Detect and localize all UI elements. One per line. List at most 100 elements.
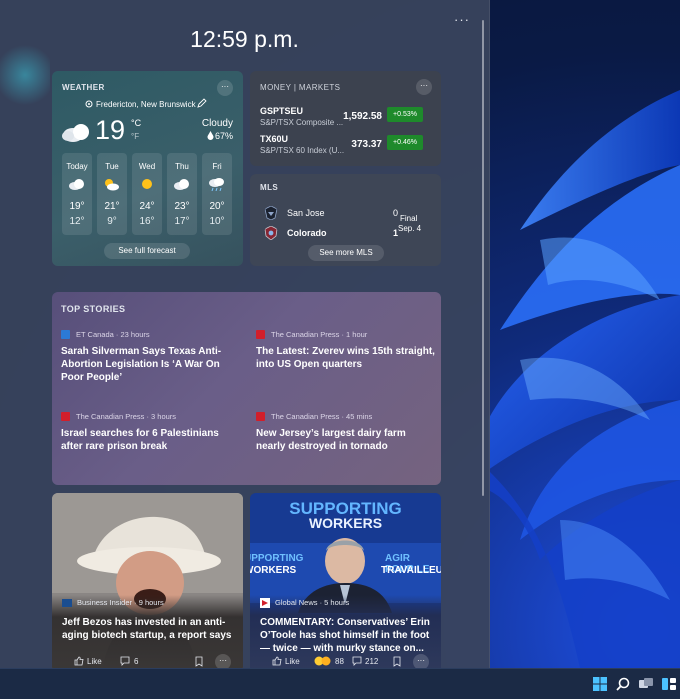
- side-banner-left-2: WORKERS: [250, 565, 297, 576]
- story-headline: Sarah Silverman Says Texas Anti-Abortion…: [61, 346, 222, 383]
- colorado-logo-icon: [264, 226, 278, 240]
- canadian-press-logo-icon: [256, 412, 265, 421]
- taskbar: [0, 668, 680, 699]
- weather-card[interactable]: WEATHER ··· Fredericton, New Brunswick 1…: [52, 71, 243, 266]
- rain-icon: [209, 178, 224, 191]
- save-bookmark-icon[interactable]: [195, 656, 203, 667]
- story-item[interactable]: The Canadian Press · 45 mins New Jersey’…: [256, 411, 436, 453]
- search-icon[interactable]: [615, 676, 631, 692]
- top-stories-card: TOP STORIES ET Canada · 23 hours Sarah S…: [52, 292, 441, 485]
- team-name: San Jose: [287, 208, 325, 218]
- top-stories-title: TOP STORIES: [61, 304, 126, 314]
- story-source: The Canadian Press · 45 mins: [271, 412, 373, 421]
- forecast-day-4[interactable]: Fri 20° 10°: [202, 153, 232, 235]
- forecast-day-label: Thu: [175, 162, 189, 171]
- comment-icon: [352, 656, 362, 666]
- story-item[interactable]: The Canadian Press · 1 hour The Latest: …: [256, 329, 436, 371]
- unit-celsius-toggle[interactable]: °C: [131, 118, 141, 128]
- story-item[interactable]: The Canadian Press · 3 hours Israel sear…: [61, 411, 241, 453]
- banner-text-line2: WORKERS: [308, 515, 383, 531]
- news-more-button[interactable]: ···: [413, 654, 429, 668]
- cloud-icon: [174, 179, 189, 190]
- forecast-day-1[interactable]: Tue 21° 9°: [97, 153, 127, 235]
- money-more-button[interactable]: ···: [416, 79, 432, 95]
- like-label: Like: [87, 657, 102, 666]
- forecast-high: 24°: [139, 201, 155, 212]
- see-more-mls-button[interactable]: See more MLS: [308, 245, 384, 261]
- comment-count: 6: [134, 657, 139, 666]
- business-insider-logo-icon: [62, 599, 72, 607]
- story-headline: Israel searches for 6 Palestinians after…: [61, 428, 219, 452]
- reaction-emoji-icon: [314, 656, 331, 666]
- mls-title: MLS: [260, 183, 279, 192]
- side-banner-right-2: TRAVAILLEU: [381, 565, 441, 576]
- team-name: Colorado: [287, 228, 327, 238]
- story-item[interactable]: ET Canada · 23 hours Sarah Silverman Say…: [61, 329, 241, 384]
- save-bookmark-icon[interactable]: [393, 656, 401, 667]
- et-canada-logo-icon: [61, 330, 70, 339]
- cloud-icon: [69, 179, 84, 190]
- edit-location-icon[interactable]: [197, 98, 207, 108]
- widgets-panel: 12:59 p.m. ··· WEATHER ··· Fredericton, …: [0, 0, 490, 668]
- news-headline: COMMENTARY: Conservatives’ Erin O’Toole …: [260, 617, 430, 654]
- forecast-day-label: Wed: [138, 162, 156, 171]
- location-pin-icon: [85, 100, 93, 108]
- global-news-logo-icon: [260, 598, 270, 608]
- reaction-count: 88: [335, 657, 344, 666]
- forecast-high: 19°: [69, 201, 85, 212]
- news-caption: Global News · 5 hours COMMENTARY: Conser…: [250, 595, 441, 668]
- weather-humidity: 67%: [214, 131, 233, 141]
- current-temperature: 19: [95, 115, 126, 145]
- news-card-otoole[interactable]: SUPPORTING WORKERS UPPORTING WORKERS AGI…: [250, 493, 441, 668]
- money-title: MONEY | MARKETS: [260, 83, 341, 92]
- unit-fahrenheit-toggle[interactable]: °F: [131, 132, 139, 141]
- weather-more-button[interactable]: ···: [217, 80, 233, 96]
- forecast-day-0[interactable]: Today 19° 12°: [62, 153, 92, 235]
- panel-more-button[interactable]: ···: [454, 12, 470, 27]
- forecast-high: 21°: [104, 201, 120, 212]
- comment-count: 212: [365, 657, 379, 666]
- thumbs-up-icon: [74, 656, 84, 666]
- stock-name: S&P/TSX Composite ...: [260, 118, 344, 127]
- task-view-icon[interactable]: [638, 676, 654, 692]
- stock-symbol: GSPTSEU: [260, 106, 304, 116]
- news-source: Business Insider · 9 hours: [77, 598, 164, 607]
- sun-icon: [142, 179, 152, 189]
- cloud-icon: [62, 124, 89, 142]
- forecast-day-label: Fri: [212, 162, 222, 171]
- news-source: Global News · 5 hours: [275, 598, 350, 607]
- news-card-bezos[interactable]: Business Insider · 9 hours Jeff Bezos ha…: [52, 493, 243, 668]
- story-source: ET Canada · 23 hours: [76, 330, 150, 339]
- side-banner-left: UPPORTING: [250, 553, 304, 564]
- mls-card[interactable]: MLS San Jose 0 Colorado 1 Final Sep. 4 S…: [250, 174, 441, 266]
- panel-scrollbar[interactable]: [482, 20, 484, 496]
- match-date: Sep. 4: [398, 224, 422, 233]
- start-icon[interactable]: [592, 676, 608, 692]
- humidity-drop-icon: [207, 131, 214, 140]
- partly-sunny-icon: [105, 179, 119, 191]
- weather-location: Fredericton, New Brunswick: [96, 100, 196, 109]
- news-headline: Jeff Bezos has invested in an anti-aging…: [62, 617, 232, 641]
- san-jose-logo-icon: [264, 206, 278, 220]
- panel-clock: 12:59 p.m.: [190, 26, 299, 52]
- forecast-day-label: Tue: [105, 162, 119, 171]
- forecast-low: 17°: [174, 216, 190, 227]
- thumbs-up-icon: [272, 656, 282, 666]
- stock-price: 1,592.58: [343, 111, 382, 122]
- forecast-day-3[interactable]: Thu 23° 17°: [167, 153, 197, 235]
- forecast-day-label: Today: [66, 162, 88, 171]
- forecast-high: 23°: [174, 201, 190, 212]
- stock-row[interactable]: TX60U S&P/TSX 60 Index (U... 373.37 +0.4…: [260, 134, 432, 164]
- see-full-forecast-button[interactable]: See full forecast: [104, 243, 190, 259]
- weather-condition: Cloudy: [201, 118, 233, 129]
- news-more-button[interactable]: ···: [215, 654, 231, 668]
- story-headline: New Jersey’s largest dairy farm nearly d…: [256, 428, 406, 452]
- money-markets-card[interactable]: MONEY | MARKETS ··· GSPTSEU S&P/TSX Comp…: [250, 71, 441, 166]
- widgets-icon[interactable]: [661, 676, 677, 692]
- story-source: The Canadian Press · 1 hour: [271, 330, 368, 339]
- forecast-low: 10°: [209, 216, 225, 227]
- stock-row[interactable]: GSPTSEU S&P/TSX Composite ... 1,592.58 +…: [260, 106, 432, 136]
- forecast-high: 20°: [209, 201, 225, 212]
- comment-icon: [120, 656, 130, 666]
- forecast-day-2[interactable]: Wed 24° 16°: [132, 153, 162, 235]
